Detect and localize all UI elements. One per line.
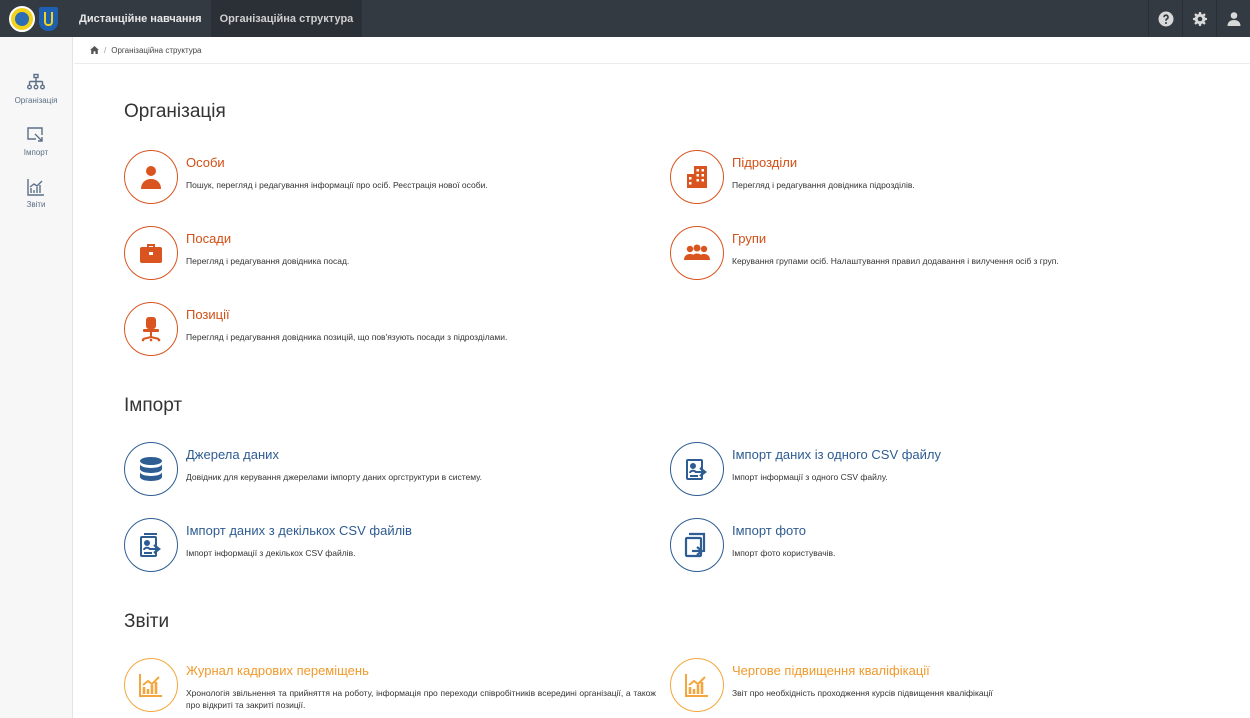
section-title-import: Імпорт — [124, 395, 183, 416]
card-title[interactable]: Імпорт даних з декількох CSV файлів — [186, 523, 412, 538]
card-positions[interactable]: Посади Перегляд і редагування довідника … — [124, 226, 349, 280]
files-import-icon[interactable] — [124, 518, 178, 572]
card-personnel-movements-log[interactable]: Журнал кадрових переміщень Хронологія зв… — [124, 658, 664, 712]
report-chart-icon[interactable] — [670, 658, 724, 712]
logo-group[interactable] — [0, 5, 70, 32]
card-description: Довідник для керування джерелами імпорту… — [186, 472, 482, 482]
card-description: Перегляд і редагування довідника позицій… — [186, 332, 508, 342]
card-description: Керування групами осіб. Налаштування пра… — [732, 256, 1059, 266]
top-navbar: Дистанційне навчання Організаційна струк… — [0, 0, 1250, 37]
org-chart-icon — [27, 73, 45, 90]
breadcrumb: / Організаційна структура — [74, 37, 1250, 64]
card-groups[interactable]: Групи Керування групами осіб. Налаштуван… — [670, 226, 1059, 280]
card-description: Імпорт інформації з декількох CSV файлів… — [186, 548, 356, 558]
university-logo-icon[interactable] — [9, 5, 35, 32]
card-persons[interactable]: Особи Пошук, перегляд і редагування інфо… — [124, 150, 488, 204]
card-title[interactable]: Чергове підвищення кваліфікації — [732, 663, 993, 678]
database-icon[interactable] — [124, 442, 178, 496]
top-nav: Дистанційне навчання Організаційна струк… — [70, 0, 363, 37]
card-title[interactable]: Групи — [732, 231, 1059, 246]
card-description: Імпорт інформації з одного CSV файлу. — [732, 472, 888, 482]
sidebar-item-import[interactable]: Імпорт — [0, 125, 72, 157]
user-menu-button[interactable] — [1216, 0, 1250, 37]
top-right-tools — [1148, 0, 1250, 37]
person-icon[interactable] — [124, 150, 178, 204]
section-title-reports: Звіти — [124, 611, 170, 632]
section-title-organization: Організація — [124, 101, 226, 122]
card-title[interactable]: Посади — [186, 231, 349, 246]
card-import-multiple-csv[interactable]: Імпорт даних з декількох CSV файлів Імпо… — [124, 518, 412, 572]
card-description: Імпорт фото користувачів. — [732, 548, 836, 558]
card-description: Перегляд і редагування довідника підрозд… — [732, 180, 915, 190]
card-description: Перегляд і редагування довідника посад. — [186, 256, 350, 266]
card-title[interactable]: Позиції — [186, 307, 507, 322]
gear-icon — [1192, 11, 1207, 26]
card-description: Пошук, перегляд і редагування інформації… — [186, 180, 488, 190]
card-description: Хронологія звільнення та прийняття на ро… — [186, 688, 656, 710]
card-title[interactable]: Особи — [186, 155, 488, 170]
sidebar-item-organization[interactable]: Організація — [0, 73, 72, 105]
report-chart-icon[interactable] — [124, 658, 178, 712]
sidebar-item-label: Звіти — [26, 200, 46, 209]
user-icon — [1227, 11, 1240, 26]
sidebar-item-label: Імпорт — [23, 148, 49, 157]
card-positions-links[interactable]: Позиції Перегляд і редагування довідника… — [124, 302, 507, 356]
card-title[interactable]: Імпорт фото — [732, 523, 835, 538]
office-chair-icon[interactable] — [124, 302, 178, 356]
sidebar: Організація Імпорт Звіти — [0, 37, 73, 718]
file-import-icon[interactable] — [670, 442, 724, 496]
settings-button[interactable] — [1182, 0, 1216, 37]
card-title[interactable]: Імпорт даних із одного CSV файлу — [732, 447, 941, 462]
card-import-single-csv[interactable]: Імпорт даних із одного CSV файлу Імпорт … — [670, 442, 941, 496]
building-icon[interactable] — [670, 150, 724, 204]
card-title[interactable]: Джерела даних — [186, 447, 482, 462]
card-qualification-upgrade[interactable]: Чергове підвищення кваліфікації Звіт про… — [670, 658, 993, 712]
nav-distance-learning[interactable]: Дистанційне навчання — [70, 0, 211, 37]
nav-org-structure[interactable]: Організаційна структура — [210, 0, 363, 37]
sidebar-item-reports[interactable]: Звіти — [0, 177, 72, 209]
card-import-photo[interactable]: Імпорт фото Імпорт фото користувачів. — [670, 518, 835, 572]
photo-import-icon[interactable] — [670, 518, 724, 572]
home-icon[interactable] — [90, 46, 99, 54]
sidebar-item-label: Організація — [14, 96, 58, 105]
card-description: Звіт про необхідність проходження курсів… — [732, 688, 993, 698]
card-title[interactable]: Підрозділи — [732, 155, 915, 170]
card-departments[interactable]: Підрозділи Перегляд і редагування довідн… — [670, 150, 915, 204]
help-button[interactable] — [1148, 0, 1182, 37]
import-icon — [27, 127, 43, 142]
card-data-sources[interactable]: Джерела даних Довідник для керування дже… — [124, 442, 482, 496]
breadcrumb-current: Організаційна структура — [111, 45, 202, 55]
briefcase-icon[interactable] — [124, 226, 178, 280]
card-title[interactable]: Журнал кадрових переміщень — [186, 663, 656, 678]
coat-of-arms-icon[interactable] — [39, 6, 58, 31]
report-chart-icon — [27, 179, 44, 196]
help-icon — [1158, 11, 1173, 26]
group-icon[interactable] — [670, 226, 724, 280]
